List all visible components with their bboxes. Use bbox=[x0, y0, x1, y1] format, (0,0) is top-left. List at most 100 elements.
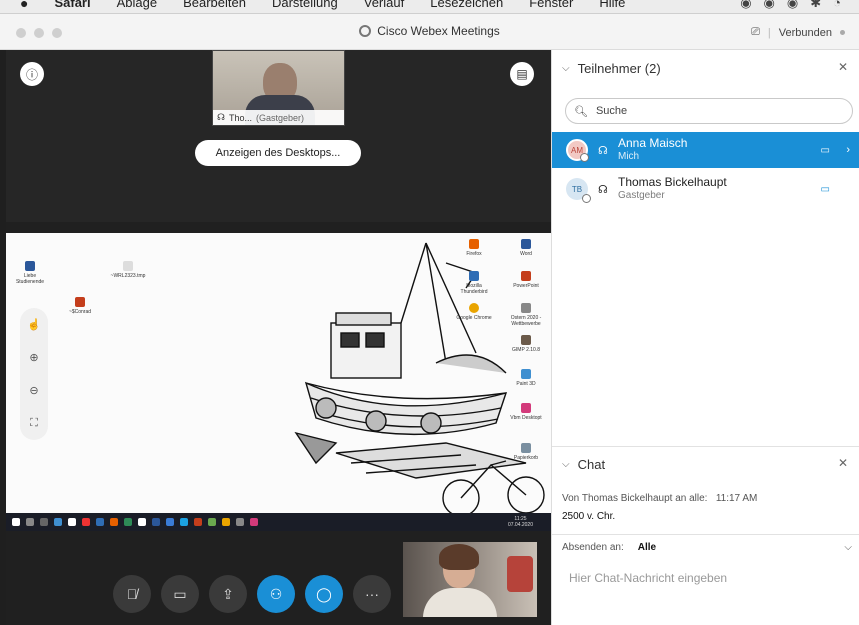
headset-icon: ☊ bbox=[598, 144, 608, 157]
status-icon[interactable]: ◔ bbox=[833, 0, 841, 11]
taskbar-app-icon bbox=[110, 518, 118, 526]
pointer-tool-icon[interactable]: ☝ bbox=[27, 318, 41, 331]
zoom-in-icon[interactable]: ⊕ bbox=[29, 351, 38, 364]
host-caption-role: (Gastgeber) bbox=[256, 112, 305, 123]
avatar: TB bbox=[566, 178, 591, 203]
avatar: AM bbox=[566, 139, 589, 162]
taskbar-app-icon bbox=[54, 518, 62, 526]
connection-status-label: Verbunden bbox=[778, 26, 832, 39]
host-caption: ☊ Tho... (Gastgeber) bbox=[213, 110, 344, 125]
status-icon[interactable]: ◉ bbox=[787, 0, 798, 11]
desktop-icon[interactable]: ~WRL2323.tmp bbox=[108, 261, 148, 279]
participants-header[interactable]: ⌵ Teilnehmer (2) ✕ bbox=[552, 50, 859, 86]
desktop-icon[interactable]: Word bbox=[506, 239, 546, 257]
chat-button[interactable]: ◯ bbox=[305, 575, 343, 613]
desktop-icon[interactable]: Mozilla Thunderbird bbox=[454, 271, 494, 295]
ppt-file-icon bbox=[75, 297, 85, 307]
menu-item-fenster[interactable]: Fenster bbox=[529, 0, 573, 10]
video-camera-icon[interactable]: ▭ bbox=[821, 145, 830, 156]
menu-item-darstellung[interactable]: Darstellung bbox=[272, 0, 338, 10]
word-doc-icon bbox=[25, 261, 35, 271]
side-panel: ⌵ Teilnehmer (2) ✕ 🔍︎ Suche AM ☊ Anna Ma… bbox=[551, 50, 859, 625]
audio-wave-icon: ☊ bbox=[217, 112, 225, 122]
more-button[interactable]: ··· bbox=[353, 575, 391, 613]
close-icon[interactable]: ✕ bbox=[838, 456, 848, 470]
search-icon: 🔍︎ bbox=[574, 105, 588, 118]
gimp-icon bbox=[521, 335, 531, 345]
folder-icon bbox=[521, 303, 531, 313]
search-input[interactable]: Suche bbox=[596, 105, 627, 117]
video-button[interactable]: ▭ bbox=[161, 575, 199, 613]
status-dot-icon bbox=[840, 30, 845, 35]
desktop-icon[interactable]: PowerPoint bbox=[506, 271, 546, 289]
chevron-down-icon[interactable]: ⌵ bbox=[844, 542, 852, 553]
status-icon[interactable]: ✱ bbox=[810, 0, 821, 11]
status-icon[interactable]: ◉ bbox=[740, 0, 751, 11]
desktop-icon[interactable]: Paint 3D bbox=[506, 369, 546, 387]
desktop-icon[interactable]: Papierkorb bbox=[506, 443, 546, 461]
send-to-label: Absenden an: bbox=[562, 542, 624, 553]
menu-item-bearbeiten[interactable]: Bearbeiten bbox=[183, 0, 246, 10]
chat-input[interactable]: Hier Chat-Nachricht eingeben bbox=[569, 571, 727, 585]
menu-item-verlauf[interactable]: Verlauf bbox=[364, 0, 404, 10]
desktop-icon[interactable]: Liebe Studienende bbox=[10, 261, 50, 285]
chat-header[interactable]: ⌵ Chat ✕ bbox=[552, 446, 859, 482]
participants-icon: ⚇ bbox=[269, 585, 283, 602]
menu-app-name[interactable]: Safari bbox=[54, 0, 90, 10]
desktop-icon[interactable]: GIMP 2.10.8 bbox=[506, 335, 546, 353]
powerpoint-icon bbox=[521, 271, 531, 281]
taskbar-app-icon bbox=[208, 518, 216, 526]
participant-name-block: Thomas Bickelhaupt Gastgeber bbox=[618, 175, 727, 203]
taskbar-clock: 11:25 07.04.2020 bbox=[508, 516, 533, 528]
menu-item-lesezeichen[interactable]: Lesezeichen bbox=[430, 0, 503, 10]
chat-title: Chat bbox=[577, 456, 606, 472]
desktop-icon[interactable]: Vbm Desktopt bbox=[506, 403, 546, 421]
send-to-selector[interactable]: Absenden an: Alle ⌵ bbox=[562, 542, 852, 553]
webex-logo-icon bbox=[359, 25, 372, 37]
participant-search[interactable]: 🔍︎ Suche bbox=[565, 98, 853, 124]
send-to-value[interactable]: Alle bbox=[638, 542, 656, 553]
video-camera-icon[interactable]: ▭ bbox=[821, 184, 830, 195]
participants-title: Teilnehmer (2) bbox=[577, 60, 661, 76]
menu-item-hilfe[interactable]: Hilfe bbox=[599, 0, 625, 10]
apple-menu-icon[interactable]: ● bbox=[20, 0, 28, 11]
fit-screen-icon[interactable]: ⛶ bbox=[30, 417, 38, 430]
status-badge bbox=[580, 153, 589, 162]
show-desktop-button[interactable]: Anzeigen des Desktops... bbox=[195, 140, 361, 166]
share-icon: ⇪ bbox=[222, 585, 234, 602]
microphone-muted-icon: 🎙̸ bbox=[126, 586, 138, 602]
status-icon[interactable]: ◉ bbox=[764, 0, 775, 11]
participant-row-anna-maisch[interactable]: AM ☊ Anna Maisch Mich ▭ › bbox=[552, 132, 859, 168]
desktop-icon[interactable]: Google Chrome bbox=[454, 303, 494, 321]
participant-name: Anna Maisch bbox=[618, 136, 688, 150]
taskbar-app-icon bbox=[68, 518, 76, 526]
participant-role: Gastgeber bbox=[618, 190, 665, 201]
close-icon[interactable]: ✕ bbox=[838, 60, 848, 74]
participant-name: Thomas Bickelhaupt bbox=[618, 175, 727, 189]
connection-status: ⎚ | Verbunden bbox=[751, 26, 845, 39]
recycle-bin-icon bbox=[521, 443, 531, 453]
zoom-out-icon[interactable]: ⊖ bbox=[29, 384, 38, 397]
participants-button[interactable]: ⚇ bbox=[257, 575, 295, 613]
desktop-icon[interactable]: Firefox bbox=[454, 239, 494, 257]
paint3d-icon bbox=[521, 369, 531, 379]
desktop-icon[interactable]: ~$Conrad bbox=[60, 297, 100, 315]
taskbar-app-icon bbox=[236, 518, 244, 526]
desktop-icon[interactable]: Ostern 2020 - Wettbewerbe bbox=[506, 303, 546, 327]
status-badge bbox=[582, 194, 591, 203]
chevron-down-icon[interactable]: ⌵ bbox=[562, 459, 570, 470]
info-icon[interactable]: ⓘ bbox=[20, 62, 44, 86]
meeting-stage: ⓘ ▤ ☊ Tho... (Gastgeber) Anzeigen des De… bbox=[6, 50, 551, 625]
mute-button[interactable]: 🎙̸ bbox=[113, 575, 151, 613]
taskbar-app-icon bbox=[152, 518, 160, 526]
menu-item-ablage[interactable]: Ablage bbox=[117, 0, 157, 10]
chevron-down-icon[interactable]: ⌵ bbox=[562, 63, 570, 74]
chevron-right-icon[interactable]: › bbox=[846, 144, 850, 156]
chat-message-header: Von Thomas Bickelhaupt an alle: bbox=[562, 493, 708, 504]
layout-icon[interactable]: ▤ bbox=[510, 62, 534, 86]
host-video-thumbnail[interactable]: ☊ Tho... (Gastgeber) bbox=[212, 50, 345, 126]
task-view-icon bbox=[40, 518, 48, 526]
share-button[interactable]: ⇪ bbox=[209, 575, 247, 613]
connection-icon: ⎚ bbox=[751, 26, 760, 38]
participant-row-thomas-bickelhaupt[interactable]: TB ☊ Thomas Bickelhaupt Gastgeber ▭ bbox=[552, 171, 859, 207]
